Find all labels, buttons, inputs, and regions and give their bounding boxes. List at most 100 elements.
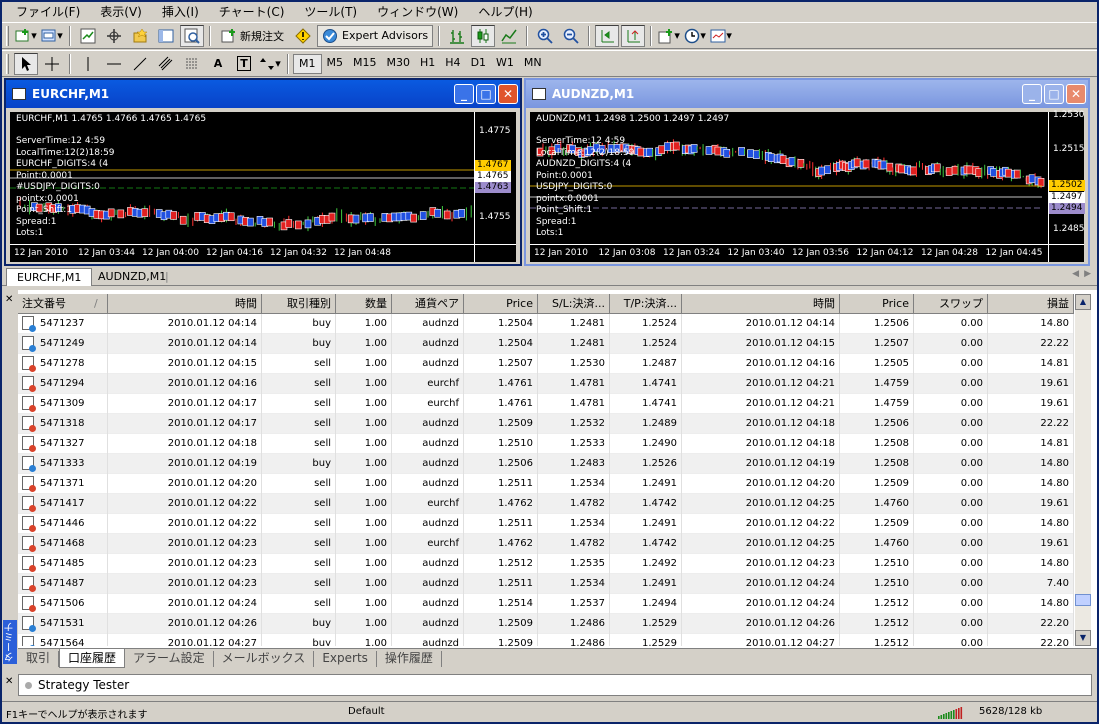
market-watch-button[interactable] [76, 25, 100, 47]
scroll-down-icon[interactable]: ▼ [1075, 630, 1091, 646]
column-header[interactable]: 数量 [336, 294, 392, 314]
column-header[interactable]: 通貨ペア [392, 294, 464, 314]
text-label-icon[interactable]: T [232, 53, 256, 75]
scroll-up-icon[interactable]: ▲ [1075, 294, 1091, 310]
text-tool-icon[interactable]: A [206, 53, 230, 75]
tester-button[interactable] [180, 24, 204, 47]
table-row[interactable]: 5471564 2010.01.12 04:27 buy 1.00 audnzd 1.25… [18, 634, 1074, 646]
tab-scroll-left-icon[interactable]: ◀ [1072, 269, 1079, 279]
vertical-line-icon[interactable] [76, 53, 100, 75]
maximize-button[interactable]: □ [1044, 84, 1064, 104]
terminal-tab[interactable]: 口座履歴 [59, 649, 126, 668]
terminal-tab[interactable]: Experts [314, 650, 377, 667]
autoscroll-button[interactable] [595, 24, 620, 47]
line-chart-button[interactable] [497, 25, 521, 47]
close-icon[interactable]: ✕ [5, 294, 13, 305]
timeframe-h4[interactable]: H4 [440, 54, 465, 74]
column-header[interactable]: S/L:決済... [538, 294, 610, 314]
column-header[interactable]: 時間 [108, 294, 262, 314]
strategy-tester-box[interactable]: Strategy Tester [18, 674, 1092, 696]
column-header[interactable]: 時間 [682, 294, 840, 314]
table-row[interactable]: 5471318 2010.01.12 04:17 sell 1.00 audnzd 1.2… [18, 414, 1074, 434]
tab-scroll-right-icon[interactable]: ▶ [1084, 269, 1091, 279]
menu-insert[interactable]: 挿入(I) [152, 2, 209, 22]
chart-shift-button[interactable] [621, 24, 646, 47]
arrows-icon[interactable]: ▾ [258, 53, 282, 75]
timeframe-m15[interactable]: M15 [348, 54, 382, 74]
navigator-button[interactable] [128, 25, 152, 47]
trendline-icon[interactable] [128, 53, 152, 75]
table-row[interactable]: 5471417 2010.01.12 04:22 sell 1.00 eurchf 1.4… [18, 494, 1074, 514]
column-header[interactable]: Price [464, 294, 538, 314]
horizontal-line-icon[interactable] [102, 53, 126, 75]
column-header[interactable]: 取引種別 [262, 294, 336, 314]
column-header[interactable]: スワップ [914, 294, 988, 314]
table-row[interactable]: 5471531 2010.01.12 04:26 buy 1.00 audnzd 1.25… [18, 614, 1074, 634]
candlestick-button[interactable] [471, 24, 496, 47]
bar-chart-button[interactable] [445, 25, 469, 47]
indicators-button[interactable]: ▾ [657, 25, 681, 47]
table-row[interactable]: 5471249 2010.01.12 04:14 buy 1.00 audnzd 1.25… [18, 334, 1074, 354]
crosshair-icon[interactable] [40, 53, 64, 75]
new-chart-button[interactable]: ▾ [14, 25, 38, 47]
timeframe-w1[interactable]: W1 [491, 54, 519, 74]
scroll-thumb[interactable] [1075, 594, 1091, 606]
column-header[interactable]: 注文番号 / [18, 294, 108, 314]
toolbar-grip[interactable] [6, 25, 9, 46]
menu-window[interactable]: ウィンドウ(W) [367, 2, 468, 22]
table-row[interactable]: 5471468 2010.01.12 04:23 sell 1.00 eurchf 1.4… [18, 534, 1074, 554]
data-window-button[interactable] [102, 25, 126, 47]
table-row[interactable]: 5471371 2010.01.12 04:20 sell 1.00 audnzd 1.2… [18, 474, 1074, 494]
profiles-button[interactable]: ▾ [40, 25, 64, 47]
timeframe-m30[interactable]: M30 [382, 54, 416, 74]
fibonacci-icon[interactable] [180, 53, 204, 75]
table-row[interactable]: 5471485 2010.01.12 04:23 sell 1.00 audnzd 1.2… [18, 554, 1074, 574]
terminal-tab[interactable]: 取引 [18, 650, 60, 667]
column-header[interactable]: 損益 [988, 294, 1074, 314]
maximize-button[interactable]: □ [476, 84, 496, 104]
minimize-button[interactable]: _ [1022, 84, 1042, 104]
table-row[interactable]: 5471237 2010.01.12 04:14 buy 1.00 audnzd 1.25… [18, 314, 1074, 334]
table-row[interactable]: 5471487 2010.01.12 04:23 sell 1.00 audnzd 1.2… [18, 574, 1074, 594]
menu-view[interactable]: 表示(V) [90, 2, 152, 22]
table-row[interactable]: 5471309 2010.01.12 04:17 sell 1.00 eurchf 1.4… [18, 394, 1074, 414]
chart-window-titlebar[interactable]: EURCHF,M1 _ □ ✕ [6, 80, 520, 108]
menu-file[interactable]: ファイル(F) [6, 2, 90, 22]
timeframe-h1[interactable]: H1 [415, 54, 440, 74]
menu-help[interactable]: ヘルプ(H) [468, 2, 542, 22]
close-button[interactable]: ✕ [1066, 84, 1086, 104]
zoom-out-icon[interactable] [559, 25, 583, 47]
timeframe-mn[interactable]: MN [519, 54, 547, 74]
toolbar-grip[interactable] [6, 53, 9, 74]
chart-canvas[interactable]: AUDNZD,M1 1.2498 1.2500 1.2497 1.2497 Se… [530, 110, 1085, 262]
timeframe-m5[interactable]: M5 [322, 54, 349, 74]
terminal-tab[interactable]: 操作履歴 [377, 650, 442, 667]
table-row[interactable]: 5471333 2010.01.12 04:19 buy 1.00 audnzd 1.25… [18, 454, 1074, 474]
vertical-scrollbar[interactable]: ▲ ▼ [1075, 294, 1091, 646]
table-row[interactable]: 5471327 2010.01.12 04:18 sell 1.00 audnzd 1.2… [18, 434, 1074, 454]
periods-clock-icon[interactable]: ▾ [683, 25, 707, 47]
table-row[interactable]: 5471278 2010.01.12 04:15 sell 1.00 audnzd 1.2… [18, 354, 1074, 374]
chart-tab-eurchf[interactable]: EURCHF,M1 [6, 268, 93, 286]
metaeditor-button[interactable] [291, 25, 315, 47]
chart-tab-audnzd[interactable]: AUDNZD,M1 [88, 268, 176, 286]
close-icon[interactable]: ✕ [5, 676, 13, 687]
column-header[interactable]: Price [840, 294, 914, 314]
cursor-icon[interactable] [14, 52, 38, 75]
table-row[interactable]: 5471294 2010.01.12 04:16 sell 1.00 eurchf 1.4… [18, 374, 1074, 394]
zoom-in-icon[interactable] [533, 25, 557, 47]
menu-chart[interactable]: チャート(C) [209, 2, 295, 22]
new-order-button[interactable]: 新規注文 [216, 25, 289, 47]
equidistant-channel-icon[interactable] [154, 53, 178, 75]
timeframe-m1[interactable]: M1 [293, 53, 322, 74]
close-button[interactable]: ✕ [498, 84, 518, 104]
chart-window-audnzd[interactable]: AUDNZD,M1 _ □ ✕ AUDNZD,M1 1.2498 1.2500 … [524, 78, 1090, 266]
chart-window-eurchf[interactable]: EURCHF,M1 _ □ ✕ EURCHF,M1 1.4765 1.4766 … [4, 78, 522, 266]
chart-window-titlebar[interactable]: AUDNZD,M1 _ □ ✕ [526, 80, 1088, 108]
terminal-tab[interactable]: メールボックス [214, 650, 315, 667]
expert-advisors-button[interactable]: Expert Advisors [317, 24, 434, 47]
templates-button[interactable]: ▾ [709, 25, 733, 47]
column-header[interactable]: T/P:決済... [610, 294, 682, 314]
table-row[interactable]: 5471506 2010.01.12 04:24 sell 1.00 audnzd 1.2… [18, 594, 1074, 614]
timeframe-d1[interactable]: D1 [466, 54, 491, 74]
